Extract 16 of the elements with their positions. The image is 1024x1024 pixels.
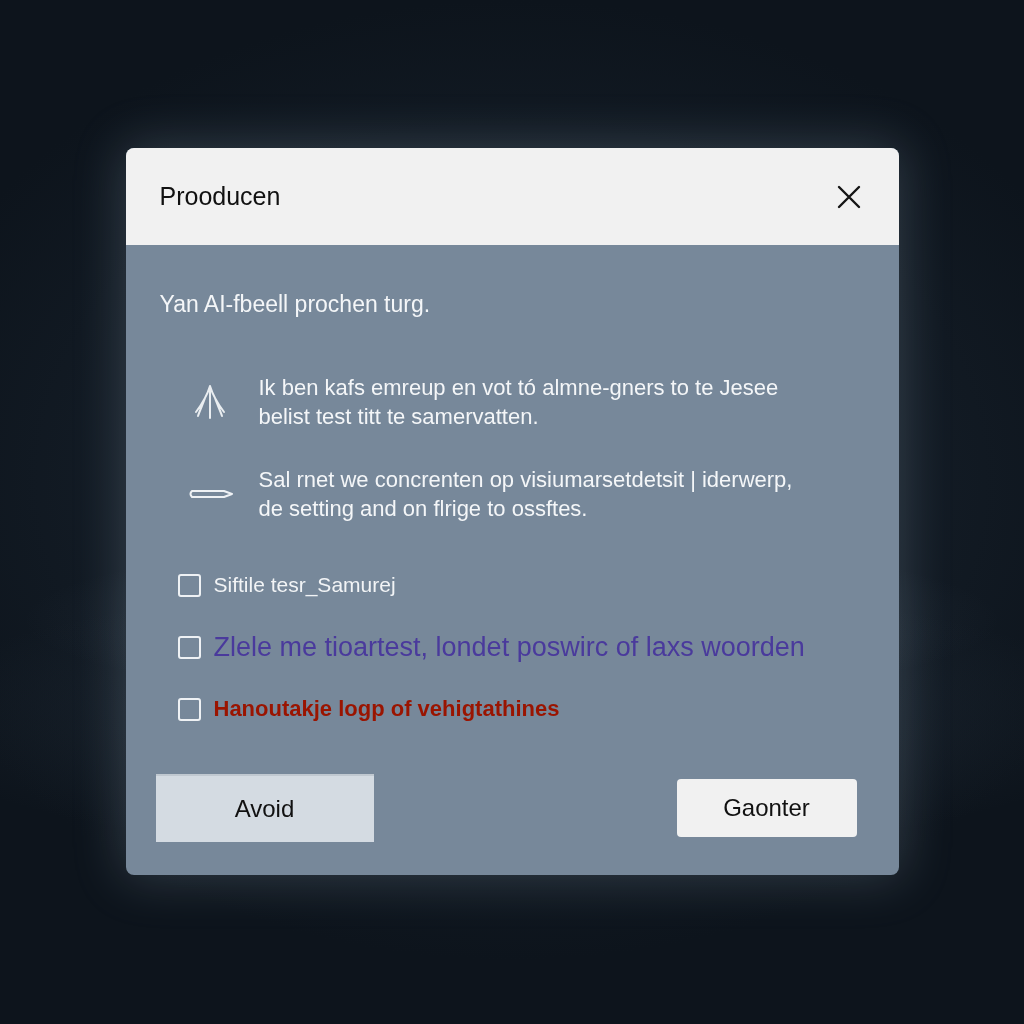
point-text: Ik ben kafs emreup en vot tó almne-gners to te Jesee belist test titt te samervatten. — [258, 374, 780, 431]
intro-text: Yan AI-fbeell prochen turg. — [159, 290, 431, 318]
dialog-button[interactable]: Gaonter — [676, 779, 857, 837]
close-icon — [836, 184, 861, 209]
right-arrow-icon — [187, 487, 234, 501]
checkbox-label: Zlele me tioartest, londet poswirc of laxs woorden — [213, 631, 805, 663]
checkbox-label: Hanoutakje logp of vehigtathines — [213, 696, 560, 722]
checkbox[interactable] — [177, 697, 201, 721]
checkbox[interactable] — [177, 573, 201, 597]
checkbox-label: Siftile tesr_Samurej — [213, 573, 396, 597]
point-text: Sal rnet we concrenten op visiumarsetdetsit | iderwerp, de setting and on flrige to ossftes. — [258, 466, 794, 523]
checkbox[interactable] — [177, 635, 201, 659]
dialog-title: Prooducen — [159, 182, 281, 211]
dialog-button[interactable]: Avoid — [155, 774, 374, 842]
close-button[interactable] — [836, 184, 861, 209]
up-arrow-icon — [192, 384, 227, 420]
